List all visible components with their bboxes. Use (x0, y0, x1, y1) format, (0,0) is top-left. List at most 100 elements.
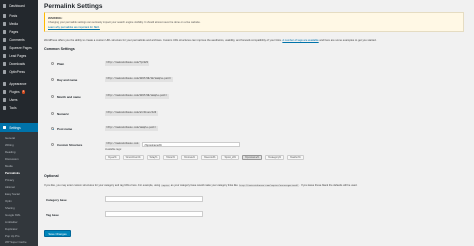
tags-available-link[interactable]: A number of tags are available (282, 39, 318, 42)
tag-button-monthnum[interactable]: %monthnum% (122, 155, 144, 160)
sidebar-item-label: Dashboard (9, 4, 25, 8)
media-icon (3, 22, 7, 26)
submenu-item-pop-up-pro[interactable]: Pop Up Pro (5, 234, 19, 238)
sidebar-item-users[interactable]: Users (0, 96, 38, 104)
sidebar-item-label: Posts (9, 14, 18, 18)
available-tags-label: Available tags: (105, 148, 122, 151)
sidebar-item-media[interactable]: Media (0, 20, 38, 28)
intro-tail: and here are some examples to get you st… (319, 39, 377, 42)
common-settings-title: Common Settings (44, 47, 75, 51)
optional-code-url: http://swiceinhouse.com/topics/uncategor… (238, 184, 299, 187)
tag-base-input[interactable] (105, 211, 203, 217)
tag-button-postname[interactable]: %postname% (241, 155, 263, 160)
sidebar-item-posts[interactable]: Posts (0, 12, 38, 20)
dashboard-icon (3, 4, 7, 8)
option-label: Day and name (57, 78, 78, 82)
tag-button-list: %year% %monthnum% %day% %hour% %minute% … (105, 155, 304, 160)
intro-text: WordPress offers you the ability to crea… (44, 39, 464, 42)
permalink-option-day-name: Day and name http://swiceinhouse.com/201… (44, 76, 474, 84)
sidebar-item-label: Users (9, 98, 18, 102)
numeric-radio[interactable] (51, 111, 55, 116)
day-name-radio[interactable] (51, 77, 55, 82)
tag-button-category[interactable]: %category% (265, 155, 285, 160)
comment-icon (3, 38, 7, 42)
tag-button-author[interactable]: %author% (287, 155, 304, 160)
submenu-item-sharing[interactable]: Sharing (5, 206, 15, 210)
custom-radio[interactable] (51, 142, 55, 147)
sidebar-item-plugins[interactable]: Plugins 1 (0, 88, 38, 96)
submenu-item-media[interactable]: Media (5, 164, 13, 168)
optional-code-topics: topics (160, 184, 171, 187)
option-label: Post name (57, 127, 73, 131)
sidebar-item-pages[interactable]: Pages (0, 28, 38, 36)
sidebar-item-label: Plugins (9, 90, 20, 94)
settings-icon (3, 125, 7, 130)
sidebar-item-label: Settings (9, 125, 21, 130)
permalink-option-plain: Plain http://swiceinhouse.com/?p=123 (44, 60, 474, 68)
submenu-item-wp-super-cache[interactable]: WP Super Cache (5, 240, 27, 244)
option-example: http://swiceinhouse.com/2017/09/18/sampl… (105, 77, 173, 82)
tag-button-day[interactable]: %day% (146, 155, 161, 160)
sidebar-item-label: Squeeze Pages (9, 46, 32, 50)
submenu-item-privacy[interactable]: Privacy (5, 178, 14, 182)
custom-structure-input[interactable]: /%postname%/ (142, 141, 240, 148)
optional-text-start: If you like, you may enter custom struct… (44, 184, 161, 187)
notice-seo-link[interactable]: Learn why permalinks are important for S… (48, 26, 100, 29)
notice-text: Changing your permalink settings can ser… (48, 21, 201, 24)
sidebar-item-appearance[interactable]: Appearance (0, 80, 38, 88)
save-changes-button[interactable]: Save Changes (44, 230, 71, 237)
sidebar-item-optinpress[interactable]: OptinPress (0, 68, 38, 76)
post-name-radio[interactable] (51, 126, 55, 131)
plugin-icon (3, 90, 7, 94)
sidebar-item-label: OptinPress (9, 70, 25, 74)
submenu-item-writing[interactable]: Writing (5, 143, 14, 147)
tag-button-second[interactable]: %second% (200, 155, 219, 160)
submenu-item-google-xml[interactable]: Google XML (5, 213, 21, 217)
tag-button-year[interactable]: %year% (105, 155, 120, 160)
submenu-item-discussion[interactable]: Discussion (5, 157, 19, 161)
optional-text-mid: as your category base would make your ca… (170, 184, 238, 187)
tag-button-post-id[interactable]: %post_id% (221, 155, 239, 160)
sidebar-item-dashboard[interactable]: Dashboard (0, 2, 38, 10)
submenu-item-easy-social[interactable]: Easy Social (5, 192, 20, 196)
optional-text-end: . If you leave these blank the defaults … (299, 184, 358, 187)
tag-button-hour[interactable]: %hour% (163, 155, 178, 160)
plain-radio[interactable] (51, 61, 55, 66)
option-label: Month and name (57, 95, 81, 99)
optin-icon (3, 70, 7, 74)
submenu-item-reading[interactable]: Reading (5, 150, 15, 154)
users-icon (3, 98, 7, 102)
submenu-item-permalinks[interactable]: Permalinks (5, 171, 20, 175)
submenu-item-duplicator[interactable]: Duplicator (5, 227, 18, 231)
brush-icon (3, 82, 7, 86)
submenu-item-optin[interactable]: Optin (5, 199, 12, 203)
submenu-item-akismet[interactable]: Akismet (5, 185, 15, 189)
sidebar-item-squeeze-pages[interactable]: Squeeze Pages (0, 44, 38, 52)
wrench-icon (3, 106, 7, 110)
settings-submenu: General Writing Reading Discussion Media… (0, 132, 38, 246)
permalink-option-month-name: Month and name http://swiceinhouse.com/2… (44, 93, 474, 101)
pushpin-icon (3, 14, 7, 18)
category-base-input[interactable] (105, 196, 203, 202)
option-label: Custom Structure (57, 143, 83, 147)
option-example: http://swiceinhouse.com/?p=123 (105, 61, 150, 66)
submenu-item-general[interactable]: General (5, 136, 15, 140)
sidebar-item-label: Pages (9, 30, 19, 34)
month-name-radio[interactable] (51, 94, 55, 99)
sidebar-item-downloads[interactable]: Downloads (0, 60, 38, 68)
squeeze-page-icon (3, 46, 7, 50)
submenu-item-linktwitter[interactable]: Linktwitter (5, 220, 18, 224)
intro-body: WordPress offers you the ability to crea… (44, 39, 282, 42)
current-menu-arrow (38, 123, 42, 131)
sidebar-item-label: Tools (9, 106, 17, 110)
sidebar-item-settings[interactable]: Settings (0, 123, 42, 132)
custom-base-url: http://swiceinhouse.com (105, 142, 140, 147)
tag-button-minute[interactable]: %minute% (180, 155, 198, 160)
page-title: Permalink Settings (44, 3, 103, 10)
sidebar-item-tools[interactable]: Tools (0, 104, 38, 112)
sidebar-item-lead-pages[interactable]: Lead Pages (0, 52, 38, 60)
sidebar-item-comments[interactable]: Comments (0, 36, 38, 44)
page-icon (3, 30, 7, 34)
optional-section-title: Optional (44, 174, 59, 178)
option-label: Numeric (57, 112, 70, 116)
